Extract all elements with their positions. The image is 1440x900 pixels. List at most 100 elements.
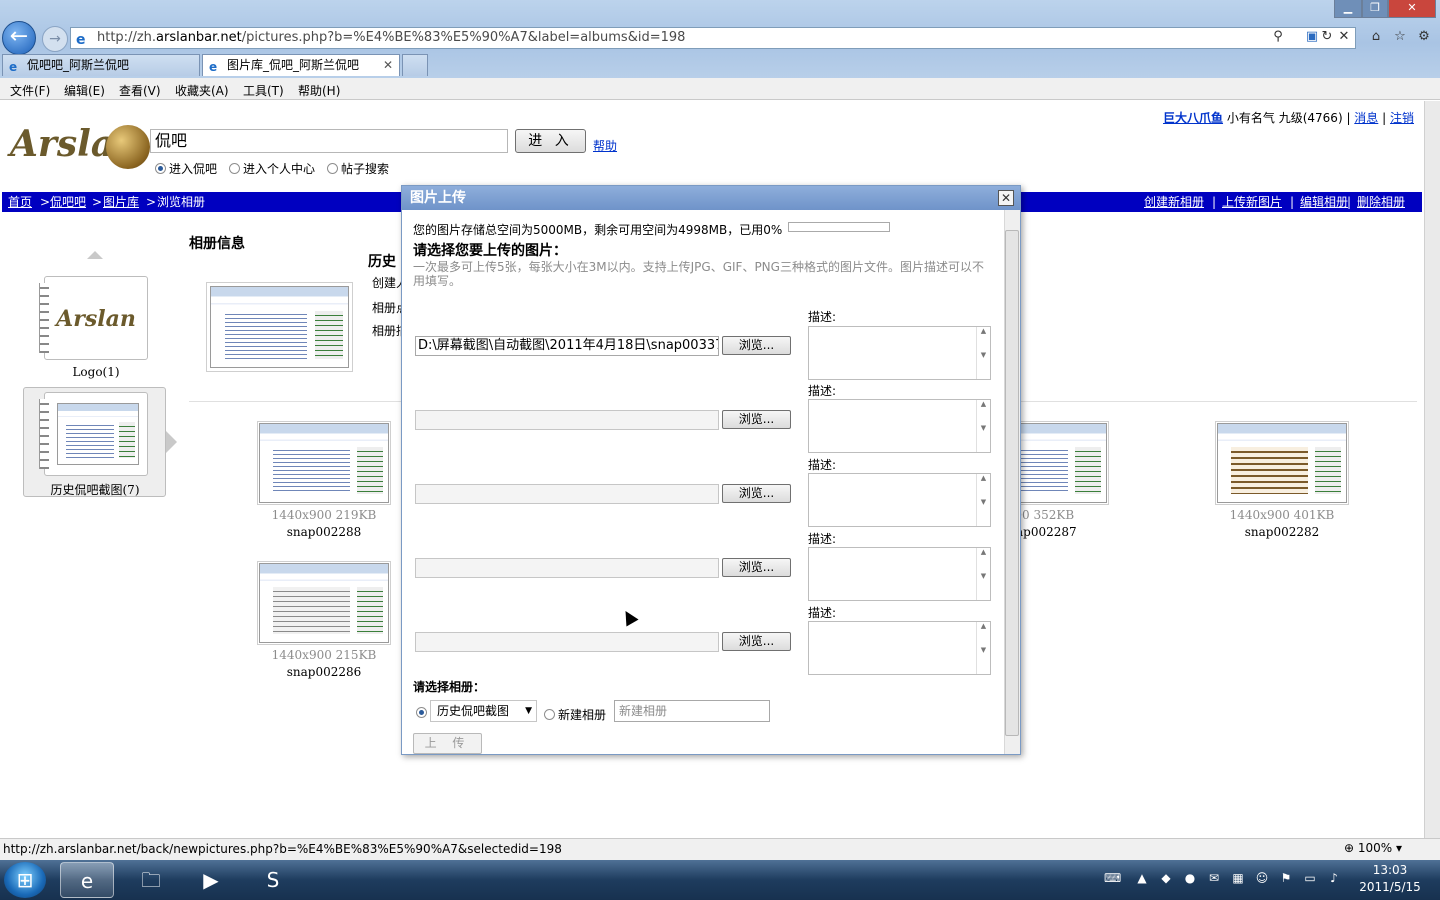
menu-tools[interactable]: 工具(T) [243, 82, 284, 99]
textarea-scrollbar[interactable]: ▲ ▼ [976, 548, 990, 600]
new-album-input[interactable]: 新建相册 [614, 700, 770, 722]
volume-icon[interactable]: ♪ [1326, 870, 1342, 886]
file-path-input[interactable] [415, 410, 719, 430]
textarea-scrollbar[interactable]: ▲ ▼ [976, 327, 990, 379]
zoom-control[interactable]: ⊕ 100% ▾ [1344, 841, 1402, 855]
keyboard-icon[interactable]: ⌨ [1104, 870, 1121, 886]
menu-favorites[interactable]: 收藏夹(A) [175, 82, 229, 99]
minimize-button[interactable]: ▁ [1334, 0, 1362, 18]
browse-button[interactable]: 浏览... [722, 484, 791, 503]
menu-edit[interactable]: 编辑(E) [64, 82, 105, 99]
file-path-input[interactable] [415, 632, 719, 652]
dialog-titlebar[interactable]: 图片上传 [402, 186, 1020, 210]
home-icon[interactable]: ⌂ [1368, 29, 1384, 45]
textarea-scrollbar[interactable]: ▲ ▼ [976, 400, 990, 452]
file-path-input[interactable] [415, 484, 719, 504]
clock[interactable]: 13:03 2011/5/15 [1350, 862, 1430, 896]
ime-icon[interactable]: ▦ [1230, 870, 1246, 886]
description-textarea[interactable]: ▲ ▼ [808, 399, 991, 453]
crumb-bar[interactable]: 侃吧吧 [50, 192, 86, 212]
radio-post-search[interactable]: 帖子搜索 [327, 162, 389, 176]
upload-button[interactable]: 上 传 [413, 733, 482, 754]
picture-thumbnail[interactable] [257, 421, 391, 505]
network-icon[interactable]: ▭ [1302, 870, 1318, 886]
description-textarea[interactable]: ▲ ▼ [808, 326, 991, 380]
file-path-input[interactable]: D:\屏幕截图\自动截图\2011年4月18日\snap003373.p [415, 336, 719, 356]
description-textarea[interactable]: ▲ ▼ [808, 621, 991, 675]
picture-thumbnail[interactable] [1215, 421, 1349, 505]
chat-icon[interactable]: ✉ [1206, 870, 1222, 886]
favorites-star-icon[interactable]: ☆ [1392, 29, 1408, 45]
file-path-input[interactable] [415, 558, 719, 578]
crumb-gallery[interactable]: 图片库 [103, 192, 139, 212]
album-label[interactable]: Logo(1) [44, 365, 148, 379]
search-input[interactable]: 侃吧 [150, 129, 508, 153]
browse-button[interactable]: 浏览... [722, 336, 791, 355]
textarea-scrollbar[interactable]: ▲ ▼ [976, 622, 990, 674]
username-link[interactable]: 巨大八爪鱼 [1163, 111, 1223, 125]
browse-button[interactable]: 浏览... [722, 558, 791, 577]
logout-link[interactable]: 注销 [1390, 111, 1414, 125]
start-button[interactable]: ⊞ [4, 862, 46, 898]
taskbar-skype-icon[interactable]: S [246, 862, 300, 898]
picture-name[interactable]: snap002286 [257, 665, 391, 679]
create-album-link[interactable]: 创建新相册 [1144, 192, 1204, 212]
security-icon[interactable]: ◆ [1158, 870, 1174, 886]
taskbar-ie-icon[interactable]: e [60, 862, 114, 898]
show-hidden-icons-icon[interactable]: ▲ [1134, 870, 1150, 886]
menu-file[interactable]: 文件(F) [10, 82, 50, 99]
address-domain: arslanbar.net [156, 30, 242, 45]
antivirus-icon[interactable]: ● [1182, 870, 1198, 886]
picture-name[interactable]: snap002288 [257, 525, 391, 539]
scroll-up-arrow-icon[interactable] [87, 251, 103, 259]
storage-quota-text: 您的图片存储总空间为5000MB，剩余可用空间为4998MB，已用0% [413, 223, 783, 237]
site-logo[interactable]: Arslan [10, 123, 150, 173]
compatibility-view-icon[interactable]: ▣ [1304, 29, 1320, 45]
radio-label: 进入侃吧 [169, 162, 218, 176]
upload-picture-link[interactable]: 上传新图片 [1222, 192, 1282, 212]
enter-button[interactable]: 进 入 [515, 129, 586, 153]
action-center-flag-icon[interactable]: ⚑ [1278, 870, 1294, 886]
back-button[interactable]: ← [2, 21, 36, 55]
radio-new-album[interactable]: 新建相册 [544, 706, 606, 723]
close-tab-icon[interactable]: ✕ [383, 55, 393, 75]
textarea-scrollbar[interactable]: ▲ ▼ [976, 474, 990, 526]
new-tab-button[interactable] [402, 54, 428, 76]
radio-existing-album[interactable] [416, 706, 430, 720]
forward-button[interactable]: → [42, 26, 68, 52]
album-select[interactable]: 历史侃吧截图 ▼ [430, 700, 537, 722]
picture-name[interactable]: snap002282 [1215, 525, 1349, 539]
browse-button[interactable]: 浏览... [722, 410, 791, 429]
tab-pictures[interactable]: e 图片库_侃吧_阿斯兰侃吧 ✕ [202, 54, 400, 76]
menu-view[interactable]: 查看(V) [119, 82, 161, 99]
taskbar-media-player-icon[interactable]: ▶ [184, 862, 238, 898]
radio-personal-center[interactable]: 进入个人中心 [229, 162, 315, 176]
description-textarea[interactable]: ▲ ▼ [808, 547, 991, 601]
tab-kanba[interactable]: e 侃吧吧_阿斯兰侃吧 [2, 54, 200, 76]
delete-album-link[interactable]: 删除相册 [1357, 192, 1405, 212]
taskbar-explorer-icon[interactable]: 🗀 [124, 862, 178, 898]
stop-icon[interactable]: ✕ [1336, 29, 1352, 45]
help-link[interactable]: 帮助 [593, 137, 617, 154]
page-scrollbar[interactable] [1424, 101, 1440, 838]
messages-link[interactable]: 消息 [1354, 111, 1378, 125]
close-window-button[interactable]: ✕ [1388, 0, 1436, 18]
dialog-scroll-thumb[interactable] [1005, 230, 1019, 736]
radio-enter-bar[interactable]: 进入侃吧 [155, 162, 217, 176]
browse-button[interactable]: 浏览... [722, 632, 791, 651]
picture-thumbnail[interactable] [257, 561, 391, 645]
menu-help[interactable]: 帮助(H) [298, 82, 340, 99]
refresh-icon[interactable]: ↻ [1319, 29, 1335, 45]
search-icon[interactable]: ⚲ [1270, 29, 1286, 45]
album-logo[interactable]: Arslan [39, 276, 148, 360]
crumb-home[interactable]: 首页 [8, 192, 32, 212]
description-textarea[interactable]: ▲ ▼ [808, 473, 991, 527]
album-history-screenshots[interactable] [39, 392, 148, 476]
edit-album-link[interactable]: 编辑相册 [1300, 192, 1348, 212]
address-bar[interactable]: e http://zh.arslanbar.net/pictures.php?b=… [70, 27, 1356, 49]
album-label[interactable]: 历史侃吧截图(7) [30, 481, 160, 498]
tools-gear-icon[interactable]: ⚙ [1416, 29, 1432, 45]
maximize-button[interactable]: ❐ [1362, 0, 1388, 18]
dialog-close-icon[interactable]: ✕ [998, 190, 1014, 206]
qq-icon[interactable]: ☺ [1254, 870, 1270, 886]
